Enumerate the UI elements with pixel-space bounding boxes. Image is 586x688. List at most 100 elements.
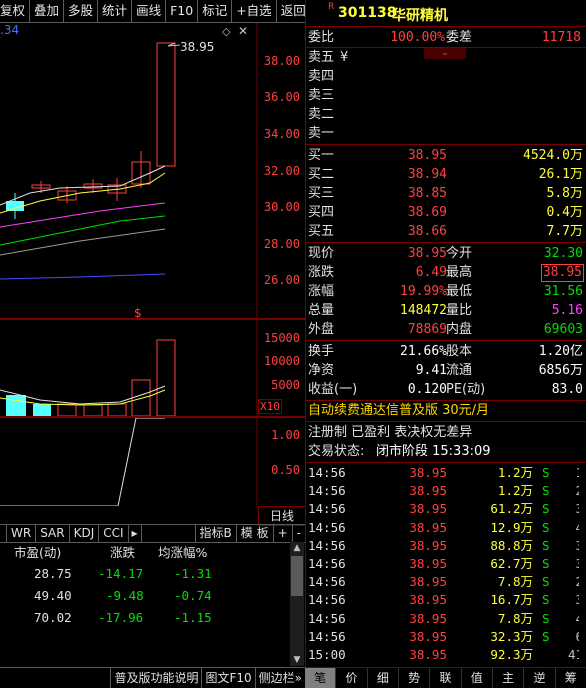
bid-volume: 5.8万 [546, 186, 583, 201]
price-tick: 38.00 [263, 54, 300, 68]
bid-price: 38.85 [407, 186, 447, 201]
scroll-down-icon[interactable]: ▼ [290, 654, 304, 666]
ask-row[interactable]: 卖五 ¥ [306, 48, 586, 67]
tick-row[interactable]: 14:5638.9562.7万S3 [306, 555, 586, 573]
bid-row[interactable]: 买四 38.69 0.4万 [306, 203, 586, 222]
ask-label: 卖三 [308, 88, 335, 103]
quote-panel: R 301138 华研精机 委比 100.00% 委差 11718 ⌄ 卖五 ¥… [305, 0, 586, 687]
tick-volume: 88.8万 [490, 537, 533, 553]
tick-row[interactable]: 14:5638.9512.9万S4 [306, 519, 586, 537]
ask-row[interactable]: 卖二 [306, 105, 586, 124]
feature-guide-link[interactable]: 普及版功能说明 [110, 668, 201, 688]
header-change[interactable]: 涨跌 [110, 542, 135, 561]
price-tick: 36.00 [263, 90, 300, 104]
tick-row[interactable]: 14:5638.9516.7万S3 [306, 591, 586, 609]
tick-price: 38.95 [409, 537, 447, 553]
bid-row[interactable]: 买五 38.66 7.7万 [306, 222, 586, 241]
tick-row[interactable]: 14:5638.957.8万S2 [306, 573, 586, 591]
tick-row[interactable]: 14:5638.951.2万S2 [306, 482, 586, 500]
tick-row[interactable]: 14:5638.9532.3万S6 [306, 628, 586, 646]
bid-row[interactable]: 买二 38.94 26.1万 [306, 165, 586, 184]
bid-row[interactable]: 买三 38.85 5.8万 [306, 184, 586, 203]
tab-value[interactable]: 值 [462, 668, 493, 688]
stat-value: 31.56 [543, 284, 583, 299]
toolbar-fuquan[interactable]: 复权 [0, 0, 31, 22]
remove-indicator-button[interactable]: - [291, 525, 305, 542]
indicator-plot [0, 418, 258, 506]
quote-header: R 301138 华研精机 [306, 0, 586, 27]
indicator-tab[interactable] [0, 525, 7, 542]
indicator-tab-cci[interactable]: CCI [99, 525, 129, 542]
table-scrollbar[interactable]: ▲ ▼ [290, 542, 304, 666]
toolbar-overlay[interactable]: 叠加 [30, 0, 65, 22]
tab-trend[interactable]: 势 [399, 668, 431, 688]
kline-chart[interactable]: .34 ◇ ✕ $ 38.95 38.00 36.00 34.00 32.00 … [0, 23, 305, 318]
ask-row[interactable]: 卖三 [306, 86, 586, 105]
indicator-chart[interactable]: 1.00 0.50 [0, 418, 305, 506]
price-tick: 26.00 [263, 273, 300, 287]
header-pe[interactable]: 市盈(动) [14, 542, 61, 561]
bid-label: 买一 [308, 148, 335, 163]
scroll-up-icon[interactable]: ▲ [290, 542, 304, 554]
ad-banner[interactable]: 自动续费通达信普及版 30元/月 [306, 401, 586, 420]
indicator-b-button[interactable]: 指标B [194, 525, 236, 542]
tab-chips[interactable]: 筹 [556, 668, 586, 688]
toolbar-f10[interactable]: F10 [166, 0, 199, 22]
tab-trades[interactable]: 笔 [305, 668, 337, 688]
bid-row[interactable]: 买一 38.95 4524.0万 [306, 146, 586, 165]
weicha-label: 委差 [446, 30, 473, 45]
tick-row[interactable]: 15:00 38.95 92.3万 41 [306, 646, 586, 664]
toolbar-add-watchlist[interactable]: +自选 [232, 0, 277, 22]
tabs-arrow-icon[interactable]: ▸ [129, 525, 142, 542]
tick-row[interactable]: 14:5638.951.2万S1 [306, 464, 586, 482]
table-row[interactable]: 70.02 -17.96 -1.15 [0, 610, 290, 628]
ask-row[interactable]: 卖四 [306, 67, 586, 86]
volume-chart[interactable]: 15000 10000 5000 X10 [0, 320, 305, 416]
tab-main[interactable]: 主 [493, 668, 525, 688]
period-label[interactable]: 日线 [258, 506, 306, 526]
price-tick: 34.00 [263, 127, 300, 141]
indicator-tab-kdj[interactable]: KDJ [70, 525, 100, 542]
bid-label: 买二 [308, 167, 335, 182]
weibi-value: 100.00% [390, 30, 445, 45]
toolbar-draw-line[interactable]: 画线 [132, 0, 167, 22]
tick-price: 38.95 [409, 483, 447, 499]
tick-side: S [542, 574, 550, 590]
indicator-tab-wr[interactable]: WR [7, 525, 37, 542]
tick-row[interactable]: 14:5638.9588.8万S3 [306, 537, 586, 555]
tick-time: 14:56 [308, 610, 346, 626]
tab-price[interactable]: 价 [336, 668, 368, 688]
stat-label: 外盘 [308, 322, 335, 337]
add-indicator-button[interactable]: + [272, 525, 292, 542]
tick-row[interactable]: 14:5638.957.8万S4 [306, 610, 586, 628]
template-button[interactable]: 模 板 [235, 525, 273, 542]
tab-related[interactable]: 联 [430, 668, 462, 688]
toolbar-multi-stock[interactable]: 多股 [64, 0, 99, 22]
tab-reverse[interactable]: 逆 [524, 668, 556, 688]
weibi-row: 委比 100.00% 委差 11718 [306, 28, 586, 47]
ma-line-white [0, 165, 166, 206]
ask-row[interactable]: 卖一 [306, 124, 586, 143]
tick-side: S [542, 556, 550, 571]
table-row[interactable]: 49.40 -9.48 -0.74 [0, 588, 290, 606]
weibi-label: 委比 [308, 30, 335, 45]
tick-side: S [542, 537, 550, 553]
ma-line-gray [0, 228, 166, 256]
toolbar-mark[interactable]: 标记 [198, 0, 233, 22]
tick-volume: 92.3万 [490, 647, 533, 662]
scroll-thumb[interactable] [291, 556, 303, 596]
tick-price: 38.95 [409, 501, 447, 517]
tick-time: 15:00 [308, 647, 346, 662]
tick-volume: 1.2万 [497, 465, 533, 480]
table-row[interactable]: 28.75 -14.17 -1.31 [0, 566, 290, 584]
tick-scrollbar[interactable] [579, 463, 586, 667]
tab-detail[interactable]: 细 [368, 668, 399, 688]
header-avg-change[interactable]: 均涨幅% [158, 542, 207, 561]
f10-link[interactable]: 图文F10 [201, 668, 254, 688]
kline-plot: $ [0, 23, 258, 318]
sidebar-link[interactable]: 侧边栏» [254, 668, 305, 688]
toolbar-stats[interactable]: 统计 [98, 0, 133, 22]
indicator-tab-sar[interactable]: SAR [36, 525, 70, 542]
tick-row[interactable]: 14:5638.9561.2万S3 [306, 500, 586, 518]
stat-label: 最低 [446, 284, 473, 299]
